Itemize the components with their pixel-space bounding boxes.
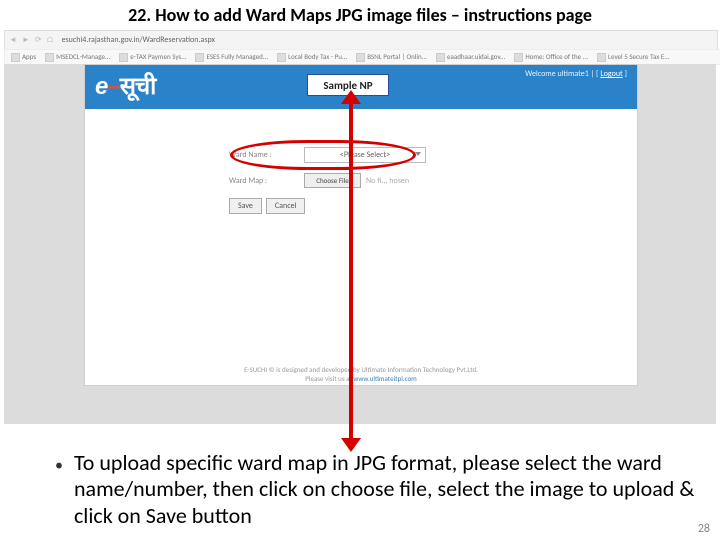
ward-name-label: Ward Name : bbox=[229, 150, 304, 160]
welcome-text: Welcome ultimate1 | [ Logout ] bbox=[525, 69, 627, 79]
ward-map-form: Ward Name : <Please Select> Ward Map : C… bbox=[229, 147, 494, 214]
nav-home-icon[interactable]: ⌂ bbox=[47, 35, 54, 45]
bookmark-item[interactable]: eaadhaar.uidai.gov... bbox=[436, 52, 505, 62]
save-button[interactable]: Save bbox=[229, 198, 262, 214]
app-logo: e–सूची bbox=[95, 69, 155, 102]
browser-toolbar: ◄ ► ⟳ ⌂ esuchi4.rajasthan.gov.in/WardRes… bbox=[4, 30, 718, 50]
nav-fwd-icon[interactable]: ► bbox=[22, 35, 30, 45]
address-bar[interactable]: esuchi4.rajasthan.gov.in/WardReservation… bbox=[62, 35, 215, 45]
nav-reload-icon[interactable]: ⟳ bbox=[35, 35, 42, 45]
ward-name-select[interactable]: <Please Select> bbox=[304, 147, 426, 163]
logout-link[interactable]: Logout bbox=[600, 69, 622, 79]
footer-link[interactable]: www.ultimateitpl.com bbox=[353, 374, 416, 383]
bookmark-item[interactable]: Local Body Tax - Pu... bbox=[277, 52, 347, 62]
arrow-shaft bbox=[349, 96, 353, 444]
page-number: 28 bbox=[698, 522, 710, 536]
bookmark-item[interactable]: MSEDCL-Manage... bbox=[45, 52, 110, 62]
slide-title: 22. How to add Ward Maps JPG image files… bbox=[0, 4, 720, 26]
bullet-dot-icon: • bbox=[44, 450, 74, 529]
bullet-paragraph: • To upload specific ward map in JPG for… bbox=[44, 450, 712, 529]
bookmark-item[interactable]: ESES Fully Managed... bbox=[195, 52, 268, 62]
bookmark-item[interactable]: BSNL Portal | Onlin... bbox=[356, 52, 427, 62]
arrow-head-up-icon bbox=[341, 90, 361, 104]
page-background: e–सूची Welcome ultimate1 | [ Logout ] Wa… bbox=[4, 64, 716, 424]
cancel-button[interactable]: Cancel bbox=[266, 198, 306, 214]
nav-back-icon[interactable]: ◄ bbox=[9, 35, 17, 45]
ward-map-label: Ward Map : bbox=[229, 176, 304, 186]
bookmark-item[interactable]: e-TAX Paymen Sys... bbox=[119, 52, 186, 62]
bookmarks-bar: Apps MSEDCL-Manage... e-TAX Paymen Sys..… bbox=[4, 49, 720, 65]
no-file-text: No fi... hosen bbox=[366, 176, 409, 186]
app-panel: e–सूची Welcome ultimate1 | [ Logout ] Wa… bbox=[84, 64, 638, 386]
bullet-text: To upload specific ward map in JPG forma… bbox=[74, 450, 712, 529]
bookmark-item[interactable]: Level 5 Secure Tax E... bbox=[597, 52, 670, 62]
arrow-head-down-icon bbox=[341, 438, 361, 452]
bookmark-item[interactable]: Home: Office of the ... bbox=[514, 52, 588, 62]
app-footer: E-SUCHI © is designed and developed by U… bbox=[85, 365, 637, 383]
bookmark-item[interactable]: Apps bbox=[11, 52, 36, 62]
